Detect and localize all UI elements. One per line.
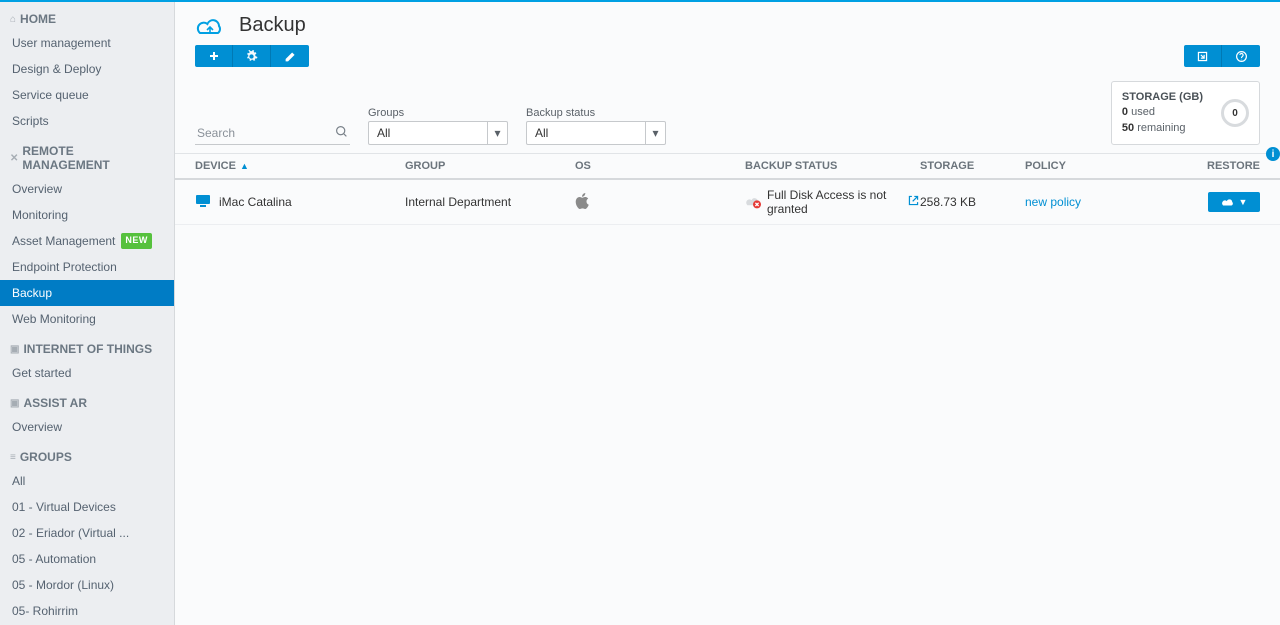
device-storage: 258.73 KB	[920, 195, 1025, 209]
device-os	[575, 193, 745, 212]
sidebar-item-endpoint-protection[interactable]: Endpoint Protection	[0, 254, 174, 280]
col-header-storage[interactable]: STORAGE	[920, 160, 1025, 172]
main-content: Backup	[175, 2, 1280, 625]
add-button[interactable]	[195, 45, 233, 67]
monitor-icon	[195, 194, 211, 211]
sidebar-heading-label: GROUPS	[20, 450, 72, 464]
help-button[interactable]	[1222, 45, 1260, 67]
search-wrap	[195, 122, 350, 145]
sidebar-heading-label: REMOTE MANAGEMENT	[22, 144, 164, 172]
toolbar-left-group	[195, 45, 309, 67]
table-row[interactable]: iMac Catalina Internal Department Full D…	[175, 180, 1280, 225]
groups-select[interactable]: All ▾	[368, 121, 508, 145]
sidebar-item-group[interactable]: 01 - Virtual Devices	[0, 494, 174, 520]
sidebar-item-monitoring[interactable]: Monitoring	[0, 202, 174, 228]
iot-icon: ▣	[10, 344, 19, 355]
sidebar-item-ar-overview[interactable]: Overview	[0, 414, 174, 440]
col-header-policy[interactable]: POLICY	[1025, 160, 1190, 172]
storage-used: 0 used	[1122, 105, 1203, 120]
sidebar-heading-remote-management[interactable]: ✕ REMOTE MANAGEMENT	[0, 140, 174, 176]
storage-remaining: 50 remaining	[1122, 121, 1203, 136]
chevron-down-icon: ▾	[487, 122, 507, 144]
filters-row: Groups All ▾ Backup status All ▾ STORAGE…	[175, 77, 1280, 153]
col-header-os[interactable]: OS	[575, 160, 745, 172]
status-select[interactable]: All ▾	[526, 121, 666, 145]
col-header-group[interactable]: GROUP	[405, 160, 575, 172]
sidebar-item-group[interactable]: 02 - Eriador (Virtual ...	[0, 520, 174, 546]
edit-button[interactable]	[271, 45, 309, 67]
sidebar-item-group[interactable]: 05- Rohirrim	[0, 598, 174, 624]
sidebar-item-group-all[interactable]: All	[0, 468, 174, 494]
settings-button[interactable]	[233, 45, 271, 67]
ar-icon: ▣	[10, 398, 19, 409]
sidebar-item-backup[interactable]: Backup	[0, 280, 174, 306]
sidebar-item-web-monitoring[interactable]: Web Monitoring	[0, 306, 174, 332]
sidebar-item-user-management[interactable]: User management	[0, 30, 174, 56]
apple-icon	[575, 193, 589, 209]
error-icon	[745, 195, 761, 209]
search-icon[interactable]	[335, 125, 348, 141]
sidebar-item-design-deploy[interactable]: Design & Deploy	[0, 56, 174, 82]
status-filter-label: Backup status	[526, 107, 666, 119]
sidebar-item-asset-management[interactable]: Asset Management NEW	[0, 228, 174, 254]
sidebar-heading-assist-ar[interactable]: ▣ ASSIST AR	[0, 392, 174, 414]
groups-filter: Groups All ▾	[368, 107, 508, 145]
sidebar-item-service-queue[interactable]: Service queue	[0, 82, 174, 108]
sidebar-heading-label: HOME	[20, 12, 56, 26]
home-icon: ⌂	[10, 14, 16, 25]
info-icon[interactable]: i	[1266, 147, 1280, 161]
search-input[interactable]	[195, 122, 350, 145]
sidebar-item-group[interactable]: 05 - Mordor (Linux)	[0, 572, 174, 598]
col-header-restore[interactable]: RESTORE	[1200, 160, 1260, 172]
sidebar-heading-label: INTERNET OF THINGS	[23, 342, 152, 356]
page-title: Backup	[239, 14, 306, 37]
col-header-device[interactable]: DEVICE ▲	[195, 160, 405, 172]
groups-filter-label: Groups	[368, 107, 508, 119]
col-header-backup-status[interactable]: BACKUP STATUS	[745, 160, 920, 172]
sidebar-heading-label: ASSIST AR	[23, 396, 87, 410]
export-button[interactable]	[1184, 45, 1222, 67]
device-group: Internal Department	[405, 195, 575, 209]
toolbar-right-group	[1184, 45, 1260, 67]
sidebar-heading-iot[interactable]: ▣ INTERNET OF THINGS	[0, 338, 174, 360]
sort-asc-icon: ▲	[240, 161, 249, 171]
groups-icon: ≡	[10, 452, 16, 463]
new-badge: NEW	[121, 233, 152, 249]
storage-gauge: 0	[1221, 99, 1249, 127]
backup-cloud-icon	[195, 15, 225, 37]
sidebar: ⌂ HOME User management Design & Deploy S…	[0, 2, 175, 625]
status-filter: Backup status All ▾	[526, 107, 666, 145]
table-header: DEVICE ▲ GROUP OS BACKUP STATUS STORAGE …	[175, 153, 1280, 180]
device-name: iMac Catalina	[219, 195, 292, 209]
sidebar-item-group[interactable]: 05 - Automation	[0, 546, 174, 572]
sidebar-item-scripts[interactable]: Scripts	[0, 108, 174, 134]
external-link-icon[interactable]	[907, 194, 920, 210]
policy-link[interactable]: new policy	[1025, 195, 1081, 209]
remote-icon: ✕	[10, 153, 18, 164]
storage-title: STORAGE (GB)	[1122, 90, 1203, 105]
sidebar-heading-home[interactable]: ⌂ HOME	[0, 8, 174, 30]
sidebar-item-get-started[interactable]: Get started	[0, 360, 174, 386]
restore-button[interactable]: ▼	[1208, 192, 1260, 212]
chevron-down-icon: ▼	[1239, 197, 1248, 207]
page-header: Backup	[175, 2, 1280, 45]
sidebar-heading-groups[interactable]: ≡ GROUPS	[0, 446, 174, 468]
sidebar-item-overview[interactable]: Overview	[0, 176, 174, 202]
storage-card: STORAGE (GB) 0 used 50 remaining 0	[1111, 81, 1260, 145]
status-text: Full Disk Access is not granted	[767, 188, 901, 216]
chevron-down-icon: ▾	[645, 122, 665, 144]
toolbar	[175, 45, 1280, 77]
